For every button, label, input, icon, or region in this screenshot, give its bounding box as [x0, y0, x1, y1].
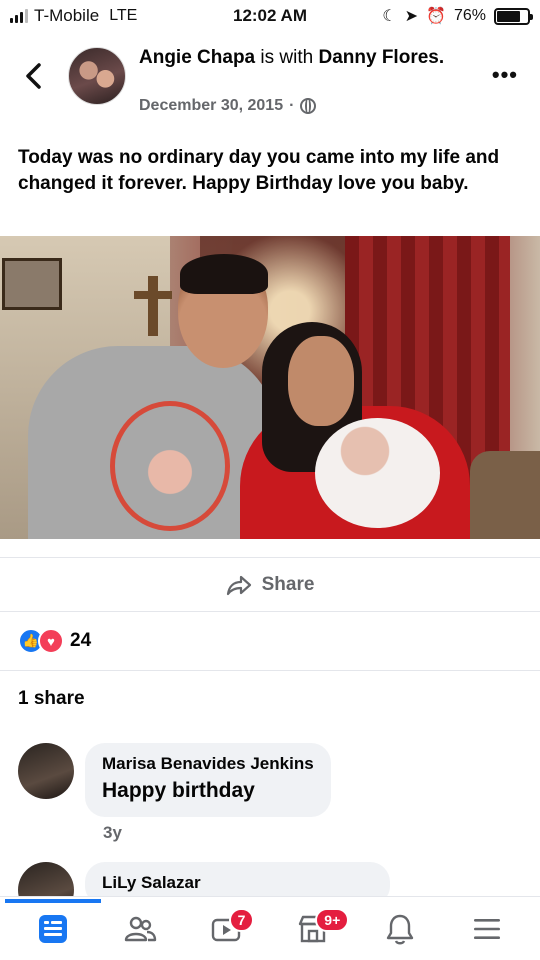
share-label: Share: [261, 573, 315, 595]
meta-separator: ·: [289, 97, 295, 114]
battery-percent: 76%: [453, 7, 486, 24]
author-avatar[interactable]: [68, 47, 126, 105]
shares-count[interactable]: 1 share: [18, 688, 85, 710]
chevron-left-icon: [26, 63, 41, 89]
tab-marketplace[interactable]: 9+: [283, 904, 350, 954]
notifications-icon: [386, 914, 414, 944]
share-button[interactable]: Share: [0, 557, 540, 612]
marketplace-badge: 9+: [315, 907, 350, 932]
status-bar: T-Mobile LTE 12:02 AM ☾ ➤ ⏰ 76%: [0, 0, 540, 34]
reaction-stack: 👍 ♥: [18, 628, 64, 654]
post-photo[interactable]: [0, 236, 540, 539]
reaction-count: 24: [70, 630, 92, 651]
tab-feed[interactable]: [5, 898, 102, 954]
post-meta: December 30, 2015 ·: [139, 97, 317, 115]
alarm-icon: ⏰: [426, 8, 446, 25]
battery-icon: [494, 7, 533, 25]
comment-text: Happy birthday: [102, 779, 255, 802]
more-options-button[interactable]: •••: [492, 62, 518, 88]
menu-icon: [473, 918, 500, 939]
tab-watch[interactable]: 7: [197, 904, 257, 954]
post-text: Today was no ordinary day you came into …: [18, 147, 500, 194]
tagged-name[interactable]: Danny Flores.: [318, 47, 444, 68]
tab-friends[interactable]: [110, 904, 170, 954]
comment-time: 3y: [103, 823, 122, 842]
back-button[interactable]: [18, 58, 48, 94]
location-icon: ➤: [404, 8, 419, 25]
status-right: ☾ ➤ ⏰ 76%: [382, 6, 533, 26]
commenter-name[interactable]: LiLy Salazar: [102, 872, 373, 894]
post-header: Angie Chapa is with Danny Flores. Decemb…: [0, 44, 540, 124]
comment-bubble[interactable]: Marisa Benavides Jenkins Happy birthday: [85, 743, 331, 817]
tab-menu[interactable]: [457, 904, 517, 954]
love-icon: ♥: [38, 628, 64, 654]
tab-notifications[interactable]: [370, 904, 430, 954]
tab-bar: 7 9+: [0, 896, 540, 960]
author-line: Angie Chapa is with Danny Flores.: [139, 46, 469, 70]
share-icon: [226, 575, 251, 595]
post-date[interactable]: December 30, 2015: [139, 97, 283, 115]
globe-icon: [300, 98, 317, 114]
watch-badge: 7: [228, 907, 255, 932]
author-name[interactable]: Angie Chapa: [139, 47, 255, 68]
moon-icon: ☾: [382, 8, 397, 25]
with-text: is with: [260, 47, 314, 68]
commenter-avatar[interactable]: [18, 743, 74, 799]
feed-icon: [39, 914, 68, 943]
reactions-summary[interactable]: 👍 ♥ 24: [18, 628, 91, 654]
commenter-name[interactable]: Marisa Benavides Jenkins: [102, 753, 314, 775]
divider: [0, 670, 540, 671]
friends-icon: [124, 916, 157, 941]
